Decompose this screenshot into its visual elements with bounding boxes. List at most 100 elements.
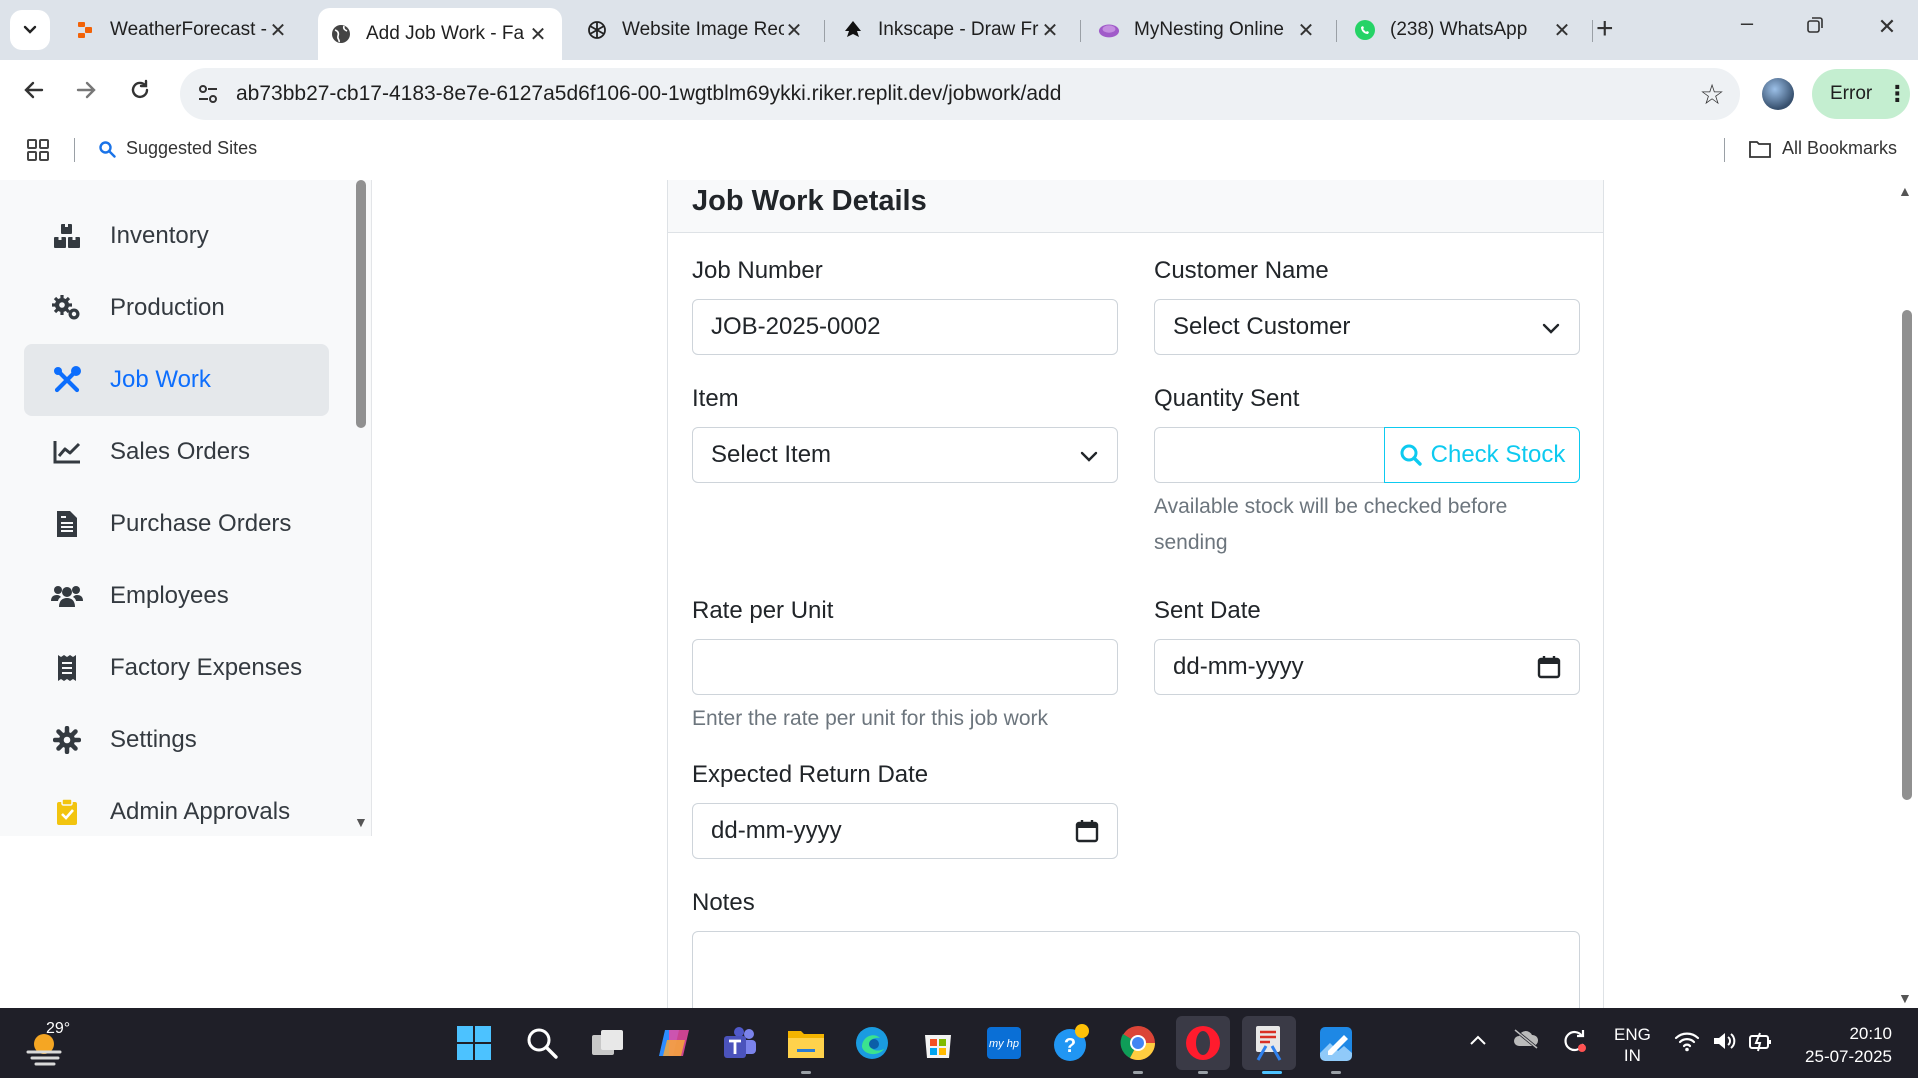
sent-date-placeholder: dd-mm-yyyy [1173,653,1304,680]
photos-icon[interactable] [1316,1023,1356,1063]
item-select[interactable]: Select Item [692,427,1118,483]
scroll-down-arrow-icon[interactable]: ▼ [354,814,368,830]
job-number-input[interactable]: JOB-2025-0002 [692,299,1118,355]
store-icon[interactable] [918,1023,958,1063]
sidebar-item-production[interactable]: Production [24,272,329,344]
sidebar-item-label: Purchase Orders [110,510,292,537]
close-icon[interactable]: ✕ [268,18,288,43]
show-hidden-icons-chevron-icon[interactable] [1468,1030,1488,1053]
sidebar-item-label: Factory Expenses [110,654,303,681]
help-icon[interactable]: ? [1052,1023,1092,1063]
close-icon[interactable]: ✕ [1040,18,1060,43]
sidebar-item-job-work[interactable]: Job Work [24,344,329,416]
site-settings-icon[interactable] [180,82,236,106]
windows-start-icon[interactable] [454,1023,494,1063]
rate-help-text: Enter the rate per unit for this job wor… [692,707,1049,730]
tab-title: Website Image Rec [622,19,784,40]
running-indicator [1198,1071,1208,1074]
sidebar-item-inventory[interactable]: Inventory [24,200,329,272]
teams-icon[interactable] [720,1023,760,1063]
restore-icon[interactable] [1800,14,1830,40]
tab-whatsapp[interactable]: (238) WhatsApp ✕ [1342,8,1586,52]
battery-charging-icon[interactable] [1748,1030,1774,1058]
close-icon[interactable]: ✕ [1296,18,1316,43]
language-indicator[interactable]: ENG IN [1614,1024,1651,1066]
scroll-down-arrow-icon[interactable]: ▼ [1898,990,1912,1006]
wifi-icon[interactable] [1674,1030,1700,1058]
window-close-icon[interactable]: ✕ [1872,14,1902,40]
page-scrollbar-thumb[interactable] [1902,310,1912,800]
sidebar-item-label: Settings [110,726,197,753]
address-bar[interactable]: ab73bb27-cb17-4183-8e7e-6127a5d6f106-00-… [180,68,1740,120]
profile-error-button[interactable]: Error ⋮ [1812,69,1910,119]
apps-grid-icon[interactable] [26,138,50,167]
running-indicator [801,1071,811,1074]
customer-select[interactable]: Select Customer [1154,299,1580,355]
quantity-help-text: Available stock will be checked before s… [1154,495,1508,554]
system-clock[interactable]: 20:10 25-07-2025 [1796,1022,1892,1068]
expected-return-date-input[interactable]: dd-mm-yyyy [692,803,1118,859]
volume-icon[interactable] [1712,1030,1738,1058]
bookmark-star-icon[interactable]: ☆ [1684,78,1740,111]
sidebar-item-admin-approvals[interactable]: Admin Approvals [24,776,329,848]
sync-icon[interactable] [1560,1028,1588,1060]
file-explorer-icon[interactable] [786,1023,826,1063]
onedrive-offline-icon[interactable] [1512,1028,1540,1056]
tab-search-button[interactable] [10,10,50,50]
boxes-icon [50,221,84,251]
task-view-icon[interactable] [588,1023,628,1063]
suggested-sites-label: Suggested Sites [126,138,258,158]
copilot-icon[interactable] [654,1023,694,1063]
back-icon[interactable] [18,78,50,109]
active-indicator [1262,1071,1282,1074]
windows-taskbar: 29° my hp ? ENG IN 20:10 25-07-2025 [0,1008,1918,1078]
sent-date-input[interactable]: dd-mm-yyyy [1154,639,1580,695]
svg-text:my hp: my hp [989,1038,1019,1050]
rate-per-unit-label: Rate per Unit [692,597,834,624]
notes-textarea[interactable] [692,931,1580,1008]
whatsapp-icon [1354,19,1376,41]
close-icon[interactable]: ✕ [784,18,804,43]
myhp-icon[interactable]: my hp [984,1023,1024,1063]
suggested-sites-bookmark[interactable]: Suggested Sites [98,138,257,159]
edge-icon[interactable] [852,1023,892,1063]
chart-line-icon [50,437,84,467]
tab-title: WeatherForecast - [110,19,267,40]
more-menu-icon[interactable]: ⋮ [1886,81,1908,107]
check-stock-button[interactable]: Check Stock [1384,427,1580,483]
tab-add-job-work[interactable]: Add Job Work - Fa ✕ [318,8,562,60]
close-icon[interactable]: ✕ [528,22,548,47]
all-bookmarks-label: All Bookmarks [1782,138,1898,158]
quantity-sent-label: Quantity Sent [1154,385,1300,412]
tab-website-image[interactable]: Website Image Rec ✕ [574,8,818,52]
scroll-up-arrow-icon[interactable]: ▲ [1898,183,1912,199]
profile-avatar[interactable] [1762,78,1794,110]
job-work-details-card: Job Work Details Job Number JOB-2025-000… [667,180,1604,1008]
reload-icon[interactable] [124,78,156,109]
card-header: Job Work Details [668,180,1603,233]
calendar-icon[interactable] [1075,819,1099,843]
sidebar-item-employees[interactable]: Employees [24,560,329,632]
forward-icon[interactable] [70,78,102,109]
calendar-icon[interactable] [1537,655,1561,679]
sidebar-item-sales-orders[interactable]: Sales Orders [24,416,329,488]
minimize-icon[interactable]: – [1732,10,1762,36]
sidebar-item-purchase-orders[interactable]: Purchase Orders [24,488,329,560]
sidebar-item-settings[interactable]: Settings [24,704,329,776]
all-bookmarks-button[interactable]: All Bookmarks [1748,138,1897,159]
rate-per-unit-input[interactable] [692,639,1118,695]
chrome-icon[interactable] [1118,1023,1158,1063]
sidebar-scrollbar-thumb[interactable] [356,180,366,428]
tab-mynesting[interactable]: MyNesting Online ✕ [1086,8,1330,52]
close-icon[interactable]: ✕ [1552,18,1572,43]
tab-separator [1080,20,1081,42]
opera-icon[interactable] [1176,1016,1230,1070]
search-icon[interactable] [522,1023,562,1063]
snipping-tool-icon[interactable] [1242,1016,1296,1070]
sidebar-item-factory-expenses[interactable]: Factory Expenses [24,632,329,704]
tab-weatherforecast[interactable]: WeatherForecast - ✕ [62,8,302,52]
tab-inkscape[interactable]: Inkscape - Draw Fr ✕ [830,8,1074,52]
quantity-sent-input[interactable] [1154,427,1386,483]
bookmark-divider [1724,138,1725,162]
new-tab-icon[interactable]: + [1596,14,1614,44]
